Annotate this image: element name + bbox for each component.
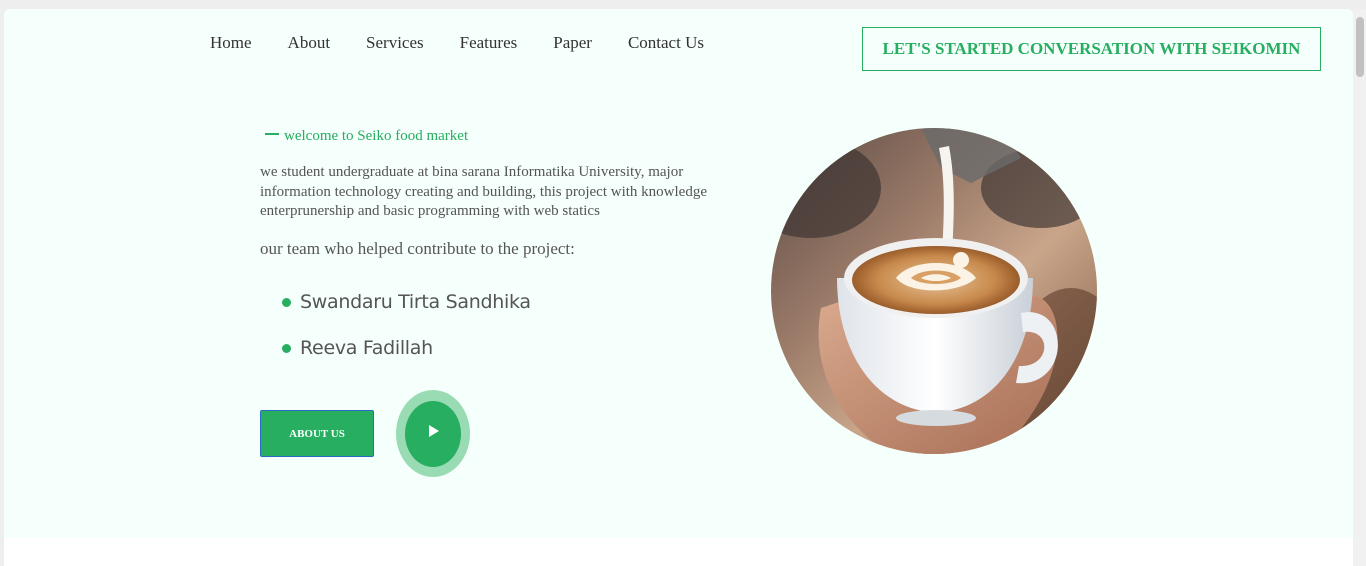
list-item: Swandaru Tirta Sandhika	[282, 279, 531, 325]
start-conversation-button[interactable]: LET'S STARTED CONVERSATION WITH SEIKOMIN	[862, 27, 1321, 71]
project-description: we student undergraduate at bina sarana …	[260, 164, 707, 219]
member-name: Swandaru Tirta Sandhika	[300, 291, 531, 313]
about-us-button[interactable]: ABOUT US	[260, 410, 374, 457]
play-video-button[interactable]	[396, 390, 470, 477]
list-item: Reeva Fadillah	[282, 325, 531, 371]
coffee-cup-illustration	[771, 128, 1097, 454]
page-frame: Home About Services Features Paper Conta…	[4, 9, 1353, 566]
nav-contact-us[interactable]: Contact Us	[628, 33, 704, 53]
play-button-core	[405, 400, 461, 467]
nav-services[interactable]: Services	[366, 33, 424, 53]
nav-home[interactable]: Home	[210, 33, 252, 53]
team-heading: our team who helped contribute to the pr…	[260, 239, 575, 258]
latte-art-image	[771, 128, 1097, 454]
nav-paper[interactable]: Paper	[553, 33, 592, 53]
bullet-dot-icon	[282, 343, 291, 353]
nav-features[interactable]: Features	[460, 33, 518, 53]
member-name: Reeva Fadillah	[300, 337, 433, 359]
page-scrollbar[interactable]	[1353, 9, 1366, 566]
hero-section: Home About Services Features Paper Conta…	[4, 9, 1353, 538]
welcome-tagline: welcome to Seiko food market	[265, 128, 468, 145]
nav-about[interactable]: About	[288, 33, 331, 53]
play-icon	[429, 424, 439, 437]
tagline-dash	[265, 132, 279, 135]
scrollbar-thumb[interactable]	[1356, 17, 1364, 77]
main-nav: Home About Services Features Paper Conta…	[210, 33, 740, 53]
team-member-list: Swandaru Tirta Sandhika Reeva Fadillah	[282, 279, 531, 371]
welcome-text: welcome to Seiko food market	[284, 128, 469, 144]
bullet-dot-icon	[282, 297, 291, 307]
